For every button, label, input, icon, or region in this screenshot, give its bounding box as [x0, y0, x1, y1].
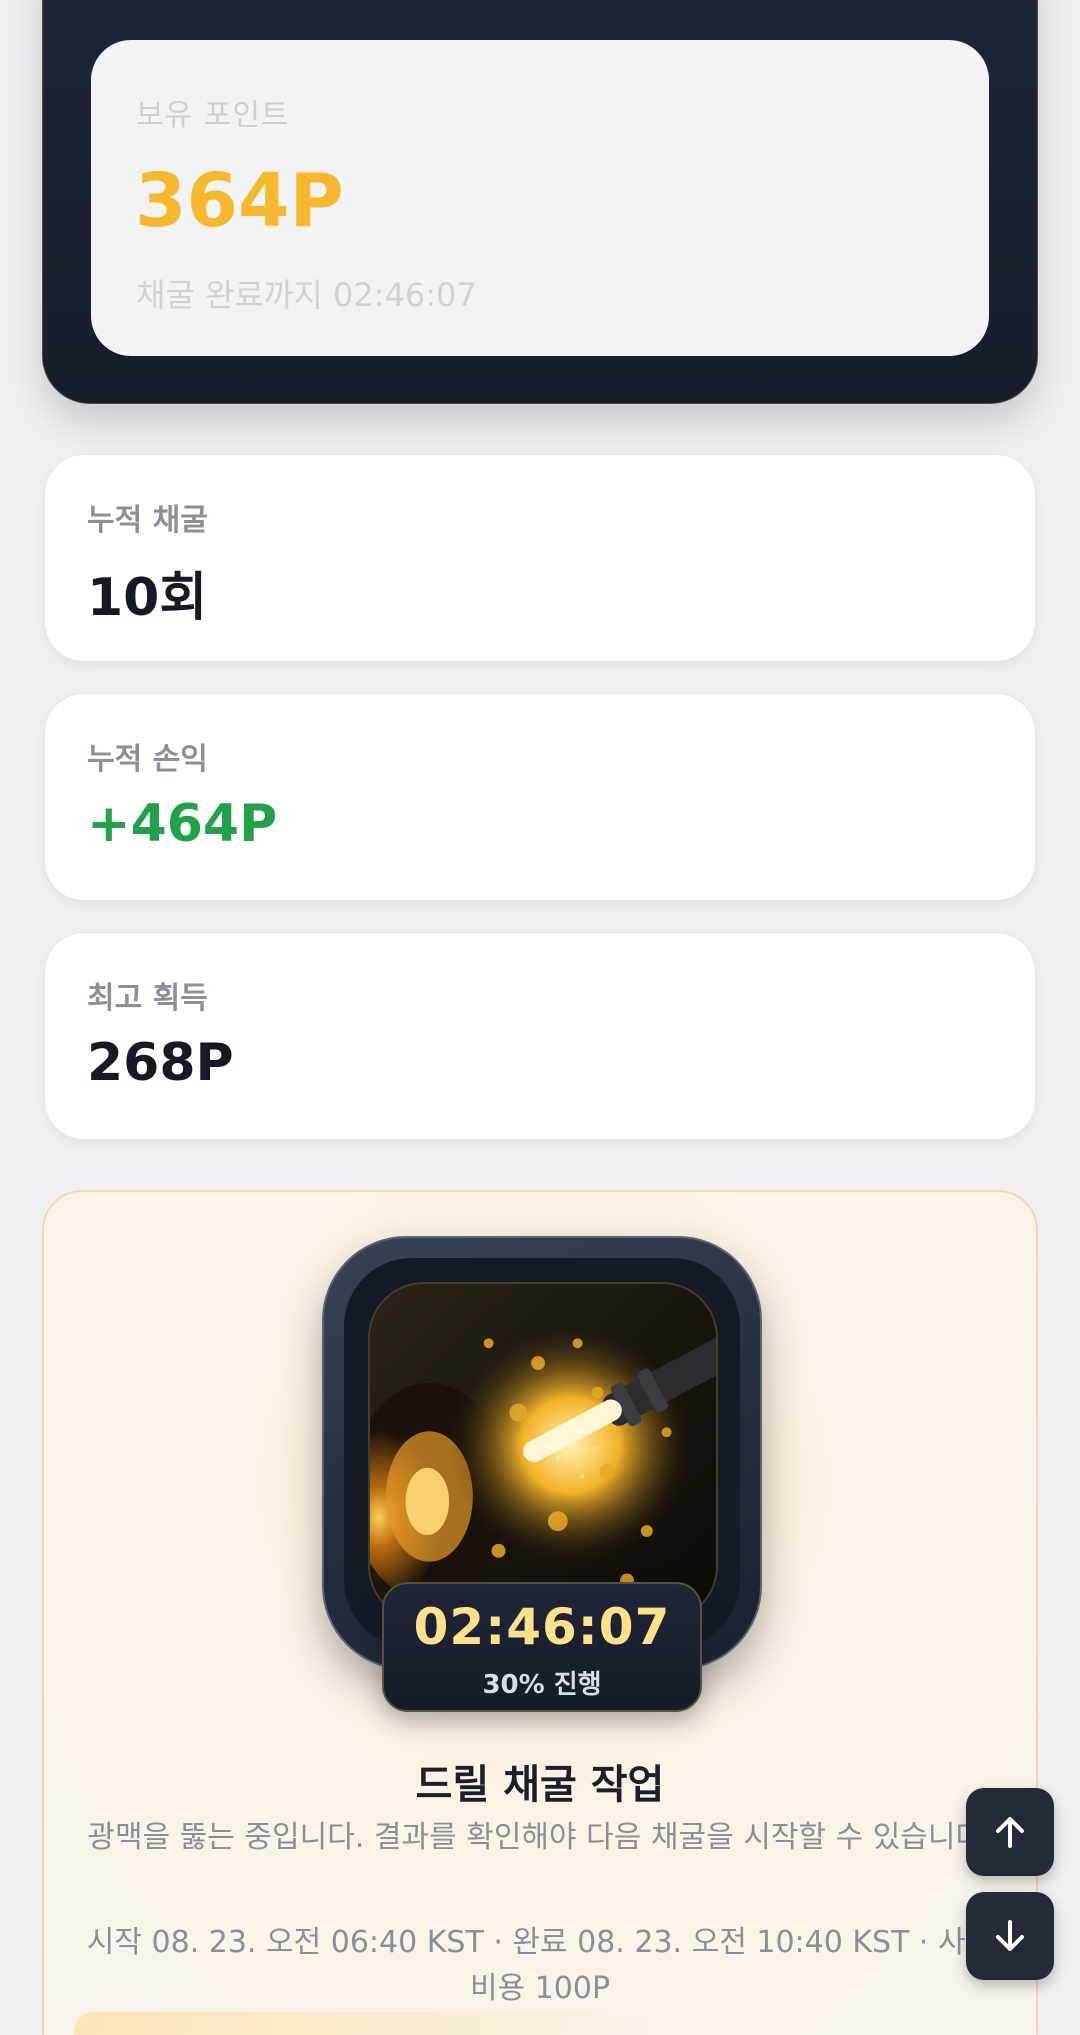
drill-mining-card: 02:46:07 30% 진행 드릴 채굴 작업 광맥을 뚫는 중입니다. 결과…	[42, 1190, 1038, 2035]
mining-timer: 02:46:07	[413, 1598, 671, 1656]
stat-card-total-profit: 누적 손익 +464P	[44, 693, 1036, 901]
mining-meta: 시작 08. 23. 오전 06:40 KST · 완료 08. 23. 오전 …	[86, 1925, 994, 2006]
mining-progress-text: 30% 진행	[482, 1670, 602, 1700]
stat-label: 누적 손익	[87, 742, 208, 777]
stat-value: 10회	[87, 568, 208, 628]
stat-label: 최고 획득	[87, 981, 208, 1016]
scroll-down-button[interactable]	[966, 1892, 1054, 1980]
scroll-up-button[interactable]	[966, 1788, 1054, 1876]
stat-value: +464P	[87, 794, 278, 854]
points-label: 보유 포인트	[136, 98, 290, 133]
mining-title: 드릴 채굴 작업	[415, 1762, 665, 1808]
mining-countdown-text: 채굴 완료까지 02:46:07	[136, 276, 477, 314]
mining-footer-glow	[74, 2012, 674, 2035]
arrow-up-icon	[996, 1817, 1024, 1848]
stat-label: 누적 채굴	[87, 503, 208, 538]
mining-timer-badge: 02:46:07 30% 진행	[382, 1582, 702, 1712]
points-summary-card: 보유 포인트 364P 채굴 완료까지 02:46:07	[42, 0, 1038, 404]
stat-card-total-mining: 누적 채굴 10회	[44, 454, 1036, 662]
arrow-down-icon	[996, 1920, 1024, 1951]
page: 보유 포인트 364P 채굴 완료까지 02:46:07 누적 채굴 10회 누…	[0, 0, 1080, 2035]
gold-mine-drill-illustration	[368, 1282, 718, 1622]
points-value: 364P	[135, 158, 344, 244]
stat-card-best-gain: 최고 획득 268P	[44, 932, 1036, 1140]
stat-value: 268P	[87, 1033, 234, 1093]
points-panel: 보유 포인트 364P 채굴 완료까지 02:46:07	[91, 40, 989, 356]
mining-description: 광맥을 뚫는 중입니다. 결과를 확인해야 다음 채굴을 시작할 수 있습니다.	[87, 1820, 993, 1855]
